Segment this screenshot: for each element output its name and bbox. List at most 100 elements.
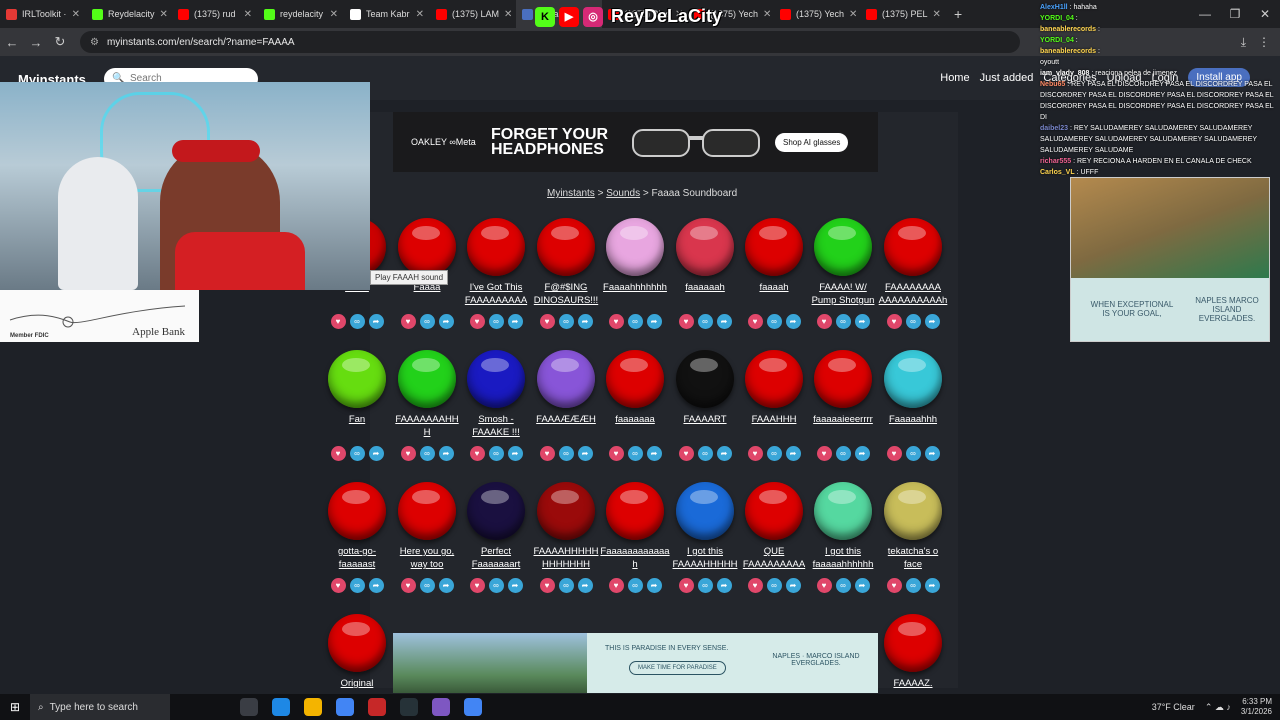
- play-sound-button[interactable]: [467, 482, 525, 540]
- favorite-heart-icon[interactable]: ♥: [608, 578, 624, 593]
- share-icon[interactable]: ➦: [438, 314, 454, 329]
- share-icon[interactable]: ➦: [577, 446, 593, 461]
- new-tab-icon[interactable]: +: [946, 6, 970, 22]
- sound-name[interactable]: FAAAAHHHHH HHHHHHH: [531, 545, 601, 572]
- share-icon[interactable]: ➦: [507, 446, 523, 461]
- tab-close-icon[interactable]: ✕: [849, 9, 857, 20]
- favorite-heart-icon[interactable]: ♥: [469, 446, 485, 461]
- sound-name[interactable]: Faaaa: [392, 281, 462, 308]
- favorite-heart-icon[interactable]: ♥: [816, 314, 832, 329]
- nav-home[interactable]: Home: [940, 72, 969, 84]
- share-icon[interactable]: ➦: [785, 578, 801, 593]
- play-sound-button[interactable]: [745, 482, 803, 540]
- share-icon[interactable]: ➦: [646, 446, 662, 461]
- favorite-heart-icon[interactable]: ♥: [539, 314, 555, 329]
- copy-link-icon[interactable]: ∞: [697, 314, 713, 329]
- favorite-heart-icon[interactable]: ♥: [886, 446, 902, 461]
- sound-name[interactable]: I got this faaaaahhhhhh: [808, 545, 878, 572]
- windows-start-icon[interactable]: ⊞: [0, 700, 30, 714]
- share-icon[interactable]: ➦: [854, 578, 870, 593]
- ad-banner-top[interactable]: OAKLEY ∞Meta FORGET YOUR HEADPHONES Shop…: [393, 112, 878, 172]
- copy-link-icon[interactable]: ∞: [627, 578, 643, 593]
- favorite-heart-icon[interactable]: ♥: [816, 578, 832, 593]
- copy-link-icon[interactable]: ∞: [697, 446, 713, 461]
- favorite-heart-icon[interactable]: ♥: [400, 578, 416, 593]
- share-icon[interactable]: ➦: [785, 314, 801, 329]
- favorite-heart-icon[interactable]: ♥: [886, 314, 902, 329]
- favorite-heart-icon[interactable]: ♥: [330, 314, 346, 329]
- share-icon[interactable]: ➦: [507, 314, 523, 329]
- site-info-icon[interactable]: ⚙: [90, 37, 99, 48]
- share-icon[interactable]: ➦: [368, 578, 384, 593]
- sound-name[interactable]: Faaaaahhh: [878, 413, 948, 440]
- copy-link-icon[interactable]: ∞: [419, 578, 435, 593]
- favorite-heart-icon[interactable]: ♥: [400, 314, 416, 329]
- sound-name[interactable]: Fan: [322, 413, 392, 440]
- sound-name[interactable]: FAAAAAAAHH H: [392, 413, 462, 440]
- back-icon[interactable]: ←: [0, 35, 24, 50]
- browser-tab[interactable]: reydelacity ✕: [258, 0, 344, 28]
- ad-bottom-cta[interactable]: MAKE TIME FOR PARADISE: [629, 661, 726, 675]
- play-sound-button[interactable]: [467, 218, 525, 276]
- browser-tab[interactable]: (1375) LAM ✕: [430, 0, 516, 28]
- copy-link-icon[interactable]: ∞: [349, 314, 365, 329]
- favorite-heart-icon[interactable]: ♥: [539, 446, 555, 461]
- chrome-active-icon[interactable]: [464, 698, 482, 716]
- favorite-heart-icon[interactable]: ♥: [816, 446, 832, 461]
- sound-name[interactable]: Faaaaaaaaaaaa h: [600, 545, 670, 572]
- sound-name[interactable]: FAAAART: [670, 413, 740, 440]
- copy-link-icon[interactable]: ∞: [419, 314, 435, 329]
- play-sound-button[interactable]: [814, 218, 872, 276]
- share-icon[interactable]: ➦: [924, 314, 940, 329]
- copy-link-icon[interactable]: ∞: [558, 314, 574, 329]
- tab-close-icon[interactable]: ✕: [160, 9, 168, 20]
- share-icon[interactable]: ➦: [577, 578, 593, 593]
- play-sound-button[interactable]: [398, 350, 456, 408]
- ad-apple-bank[interactable]: Member FDIC Apple Bank: [0, 290, 199, 342]
- play-sound-button[interactable]: [328, 482, 386, 540]
- share-icon[interactable]: ➦: [716, 446, 732, 461]
- sound-name[interactable]: I've Got This FAAAAAAAAA: [461, 281, 531, 308]
- sound-name[interactable]: faaaah: [739, 281, 809, 308]
- clock[interactable]: 6:33 PM 3/1/2026: [1241, 697, 1272, 717]
- share-icon[interactable]: ➦: [577, 314, 593, 329]
- play-sound-button[interactable]: [328, 350, 386, 408]
- play-sound-button[interactable]: [814, 350, 872, 408]
- favorite-heart-icon[interactable]: ♥: [469, 314, 485, 329]
- tab-close-icon[interactable]: ✕: [763, 9, 771, 20]
- sound-name[interactable]: FAAAA! W/ Pump Shotgun: [808, 281, 878, 308]
- favorite-heart-icon[interactable]: ♥: [678, 578, 694, 593]
- browser-tab[interactable]: (1375) PEL ✕: [860, 0, 946, 28]
- play-sound-button[interactable]: [884, 350, 942, 408]
- copy-link-icon[interactable]: ∞: [349, 446, 365, 461]
- tab-close-icon[interactable]: ✕: [416, 9, 424, 20]
- copy-link-icon[interactable]: ∞: [905, 446, 921, 461]
- copy-link-icon[interactable]: ∞: [835, 314, 851, 329]
- share-icon[interactable]: ➦: [438, 578, 454, 593]
- sound-name[interactable]: I got this FAAAAHHHHH: [670, 545, 740, 572]
- favorite-heart-icon[interactable]: ♥: [747, 578, 763, 593]
- copy-link-icon[interactable]: ∞: [558, 446, 574, 461]
- file-explorer-icon[interactable]: [304, 698, 322, 716]
- breadcrumb-sounds[interactable]: Sounds: [606, 188, 640, 199]
- tab-close-icon[interactable]: ✕: [72, 9, 80, 20]
- play-sound-button[interactable]: [676, 350, 734, 408]
- sound-name[interactable]: Perfect Faaaaaaart: [461, 545, 531, 572]
- weather-text[interactable]: 37°F Clear: [1152, 702, 1195, 712]
- favorite-heart-icon[interactable]: ♥: [886, 578, 902, 593]
- browser-tab[interactable]: (1375) rud ✕: [172, 0, 258, 28]
- reload-icon[interactable]: ↻: [48, 34, 72, 50]
- sound-name[interactable]: gotta-go-faaaaast: [322, 545, 392, 572]
- favorite-heart-icon[interactable]: ♥: [678, 446, 694, 461]
- copy-link-icon[interactable]: ∞: [766, 578, 782, 593]
- tab-close-icon[interactable]: ✕: [330, 9, 338, 20]
- share-icon[interactable]: ➦: [854, 446, 870, 461]
- browser-tab[interactable]: Team Kabr ✕: [344, 0, 430, 28]
- share-icon[interactable]: ➦: [507, 578, 523, 593]
- sound-name[interactable]: Smosh - FAAAKE !!!: [461, 413, 531, 440]
- task-view-icon[interactable]: [240, 698, 258, 716]
- play-sound-button[interactable]: [884, 218, 942, 276]
- copy-link-icon[interactable]: ∞: [627, 314, 643, 329]
- share-icon[interactable]: ➦: [716, 314, 732, 329]
- steam-icon[interactable]: [400, 698, 418, 716]
